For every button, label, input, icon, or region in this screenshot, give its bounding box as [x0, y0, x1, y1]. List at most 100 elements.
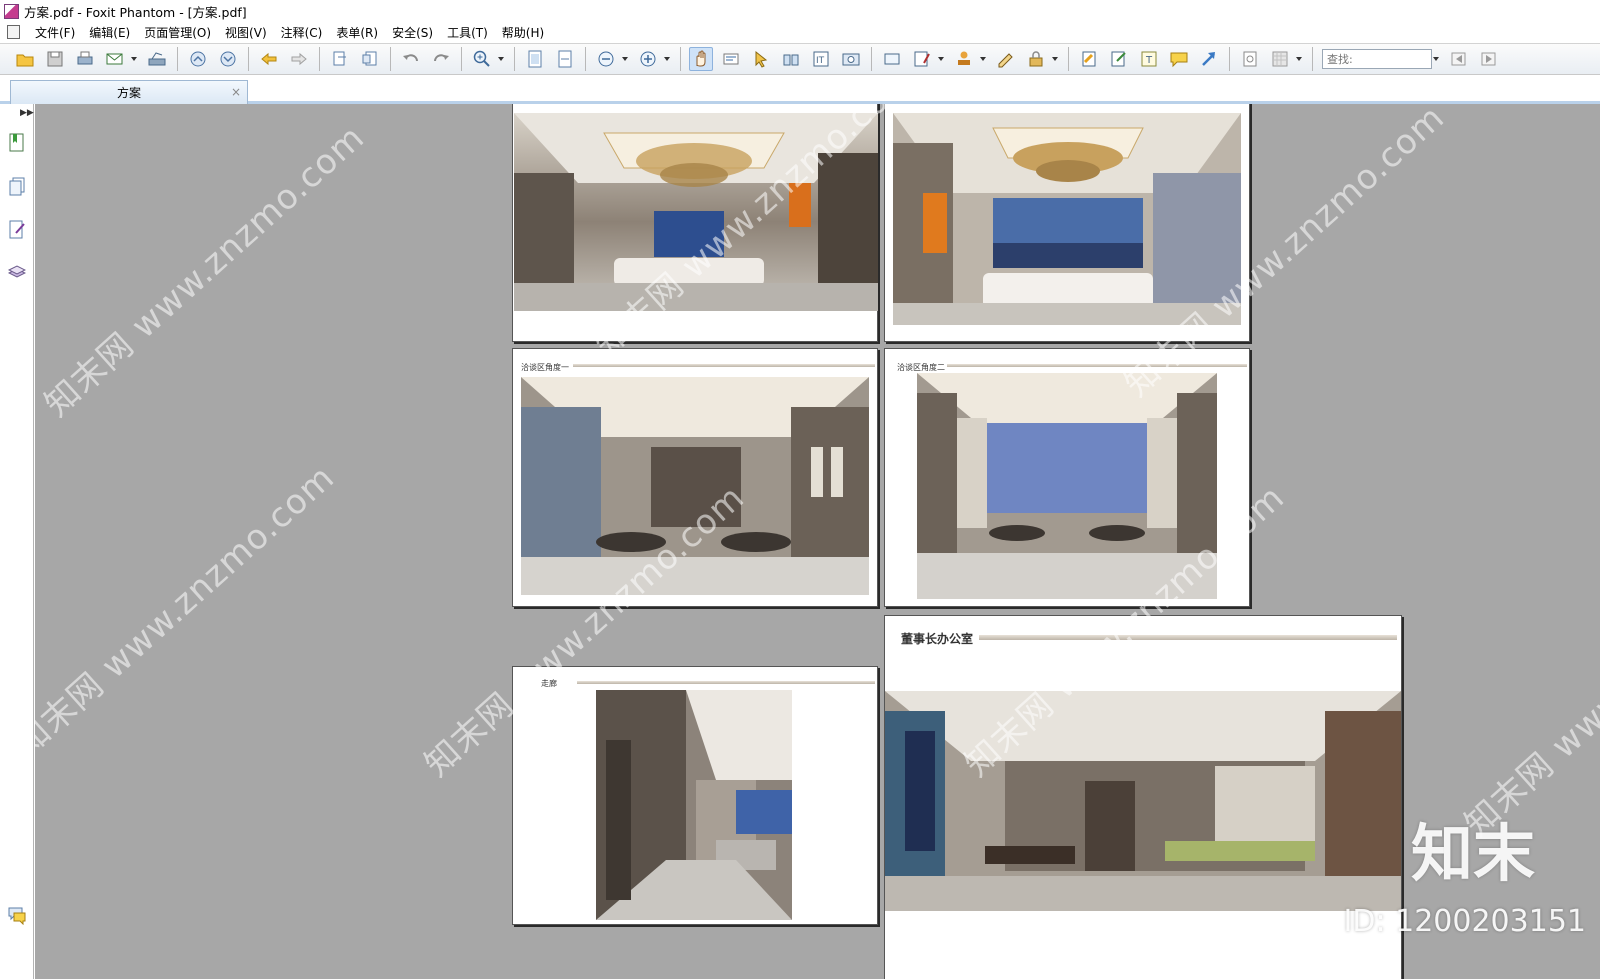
lock-icon[interactable]	[1024, 47, 1048, 71]
pdf-page-2	[884, 104, 1250, 342]
close-icon[interactable]: ×	[231, 85, 241, 99]
select-object-icon[interactable]	[749, 47, 773, 71]
rendering-lounge-angle-1	[521, 377, 869, 595]
sign-icon[interactable]	[994, 47, 1018, 71]
toolbar-divider	[177, 47, 178, 71]
pdf-page-6: 董事长办公室	[884, 615, 1402, 979]
zoom-plus-dropdown-icon[interactable]	[663, 47, 671, 71]
caption-rule	[979, 635, 1397, 640]
save-icon[interactable]	[43, 47, 67, 71]
annotations-icon[interactable]	[6, 219, 28, 241]
zoom-dropdown-icon[interactable]	[497, 47, 505, 71]
note-dropdown-icon[interactable]	[937, 47, 945, 71]
checker-dropdown-icon[interactable]	[1295, 47, 1303, 71]
pdf-page-3: 洽谈区角度一	[512, 348, 878, 607]
page-down-icon[interactable]	[216, 47, 240, 71]
scan-icon[interactable]	[145, 47, 169, 71]
hand-tool-icon[interactable]	[689, 47, 713, 71]
title-bar: 方案.pdf - Foxit Phantom - [方案.pdf]	[0, 0, 1600, 22]
app-pdf-icon	[4, 3, 19, 19]
menu-page-organize[interactable]: 页面管理(O)	[137, 24, 218, 41]
stamp-icon[interactable]	[952, 47, 976, 71]
note-icon[interactable]	[910, 47, 934, 71]
arrow-icon[interactable]	[1197, 47, 1221, 71]
extract-page-icon[interactable]	[328, 47, 352, 71]
svg-text:IT: IT	[816, 56, 825, 66]
stamp-dropdown-icon[interactable]	[979, 47, 987, 71]
menu-security[interactable]: 安全(S)	[385, 24, 440, 41]
toolbar-divider	[514, 47, 515, 71]
forward-icon[interactable]	[287, 47, 311, 71]
open-icon[interactable]	[13, 47, 37, 71]
rendering-corridor	[596, 690, 792, 920]
highlight-icon[interactable]	[1077, 47, 1101, 71]
snapshot-icon[interactable]	[779, 47, 803, 71]
zoom-plus-icon[interactable]	[636, 47, 660, 71]
edit-icon[interactable]	[1107, 47, 1131, 71]
zoom-in-icon[interactable]	[470, 47, 494, 71]
menu-tools[interactable]: 工具(T)	[440, 24, 495, 41]
expand-panel-icon[interactable]: ▶▶	[20, 108, 34, 118]
menu-view[interactable]: 视图(V)	[218, 24, 274, 41]
email-dropdown-icon[interactable]	[130, 47, 138, 71]
navigation-panel: ▶▶	[0, 104, 34, 979]
email-icon[interactable]	[103, 47, 127, 71]
document-tab-strip: 方案 ×	[0, 76, 1600, 104]
lock-dropdown-icon[interactable]	[1051, 47, 1059, 71]
brand-watermark: 知末	[1410, 817, 1535, 890]
textfield-icon[interactable]: T	[1137, 47, 1161, 71]
pdf-page-4: 洽谈区角度二	[884, 348, 1250, 607]
zoom-level-dropdown-icon[interactable]	[621, 47, 629, 71]
fit-page-icon[interactable]	[523, 47, 547, 71]
layers-icon[interactable]	[6, 261, 28, 283]
redo-icon[interactable]	[429, 47, 453, 71]
text-box-icon[interactable]	[880, 47, 904, 71]
insert-page-icon[interactable]	[358, 47, 382, 71]
caption-rule	[573, 364, 875, 367]
back-icon[interactable]	[257, 47, 281, 71]
find-input[interactable]	[1322, 49, 1432, 69]
document-view[interactable]: 洽谈区角度一 洽谈区角度二 走廊 董事长办公室 知末网 www.znzmo.co…	[35, 104, 1600, 979]
site-watermark: 知末网 www.znzmo.com	[37, 117, 373, 425]
menu-help[interactable]: 帮助(H)	[495, 24, 551, 41]
menu-bar: 文件(F) 编辑(E) 页面管理(O) 视图(V) 注释(C) 表单(R) 安全…	[0, 22, 1600, 42]
caption-rule	[577, 681, 875, 684]
menu-edit[interactable]: 编辑(E)	[82, 24, 137, 41]
site-watermark: 知末网 www.znzmo.com	[35, 457, 343, 765]
menu-comment[interactable]: 注释(C)	[274, 24, 330, 41]
page-up-icon[interactable]	[186, 47, 210, 71]
tab-document[interactable]: 方案 ×	[10, 80, 248, 104]
comment-icon[interactable]	[1167, 47, 1191, 71]
menu-file[interactable]: 文件(F)	[28, 24, 82, 41]
find-dropdown-icon[interactable]	[1432, 47, 1440, 71]
typewriter-icon[interactable]: IT	[809, 47, 833, 71]
bookmarks-icon[interactable]	[6, 132, 28, 154]
toolbar-divider	[680, 47, 681, 71]
page-caption: 洽谈区角度二	[897, 363, 945, 372]
toolbar-divider	[248, 47, 249, 71]
window-title: 方案.pdf - Foxit Phantom - [方案.pdf]	[24, 4, 247, 20]
menu-form[interactable]: 表单(R)	[329, 24, 385, 41]
pages-icon[interactable]	[6, 176, 28, 198]
main-toolbar: IT T	[0, 43, 1600, 75]
document-icon[interactable]	[7, 25, 20, 39]
page-caption: 走廊	[541, 679, 557, 688]
checker-icon[interactable]	[1268, 47, 1292, 71]
undo-icon[interactable]	[399, 47, 423, 71]
rendering-chairman-office	[885, 691, 1401, 911]
comments-panel-icon[interactable]	[6, 904, 28, 926]
foxit-phantom-window: 方案.pdf - Foxit Phantom - [方案.pdf] 文件(F) …	[0, 0, 1600, 979]
toolbar-divider	[461, 47, 462, 71]
zoom-out-icon[interactable]	[594, 47, 618, 71]
select-text-icon[interactable]	[719, 47, 743, 71]
find-next-icon[interactable]	[1477, 47, 1501, 71]
find-prev-icon[interactable]	[1447, 47, 1471, 71]
pdf-page-5: 走廊	[512, 666, 878, 925]
toolbar-divider	[585, 47, 586, 71]
fit-width-icon[interactable]	[553, 47, 577, 71]
rotate-icon[interactable]	[1238, 47, 1262, 71]
toolbar-divider	[1312, 47, 1313, 71]
print-icon[interactable]	[73, 47, 97, 71]
asset-id-watermark: ID: 1200203151	[1343, 904, 1586, 939]
image-icon[interactable]	[839, 47, 863, 71]
